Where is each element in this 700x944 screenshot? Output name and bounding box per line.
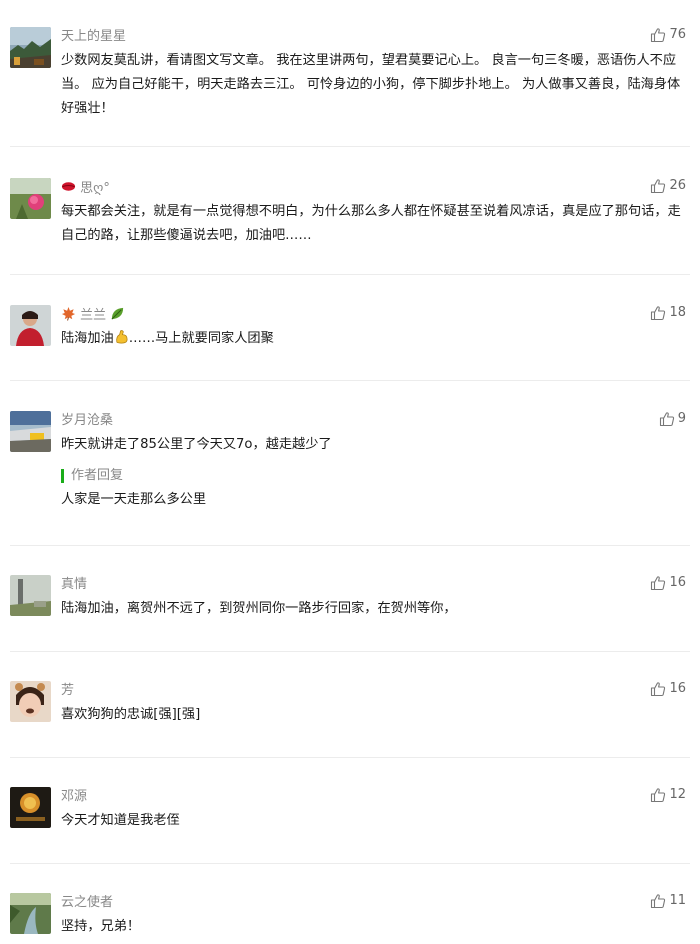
nickname: 芳 (61, 683, 75, 698)
nickname: 邓源 (61, 789, 88, 804)
avatar[interactable] (10, 787, 51, 828)
comment-content: 昨天就讲走了85公里了今天又7o，越走越少了 (61, 437, 332, 452)
flexed-biceps-emoji-icon (116, 330, 128, 344)
comment-content: 陆海加油 ……马上就要同家人团聚 (61, 327, 686, 351)
comment-content: 喜欢狗狗的忠诚[强][强] (61, 707, 201, 722)
like-button[interactable]: 76 (650, 26, 686, 44)
comment-item: 兰兰 18 陆海加油 ……马上就要同家人团聚 (0, 274, 700, 381)
avatar[interactable] (10, 305, 51, 346)
comment-content: 每天都会关注，就是有一点觉得想不明白，为什么那么多人都在怀疑甚至说着风凉话，真是… (61, 204, 681, 243)
comment-content: 今天才知道是我老侄 (61, 813, 180, 828)
author-reply-label: 作者回复 (61, 469, 123, 483)
thumbs-up-icon (651, 788, 666, 803)
nickname: 岁月沧桑 (61, 413, 114, 428)
lips-emoji-icon (61, 182, 76, 191)
like-button[interactable]: 9 (659, 410, 686, 428)
like-count: 12 (669, 787, 686, 802)
like-button[interactable]: 26 (650, 177, 686, 195)
like-count: 18 (669, 305, 686, 320)
comment-item: 真情 16 陆海加油，离贺州不远了，到贺州同你一路步行回家，在贺州等你， (0, 545, 700, 652)
content-text: ……马上就要同家人团聚 (128, 331, 274, 346)
nickname: 真情 (61, 577, 88, 592)
nickname-row: 兰兰 (61, 306, 125, 325)
avatar[interactable] (10, 893, 51, 934)
thumbs-up-icon (651, 179, 666, 194)
thumbs-up-icon (651, 894, 666, 909)
nickname-row: 思ღ° (61, 179, 110, 198)
nickname: 天上的星星 (61, 29, 127, 44)
like-button[interactable]: 18 (650, 304, 686, 322)
comment-content: 少数网友莫乱讲，看请图文写文章。 我在这里讲两句，望君莫要记心上。 良言一句三冬… (61, 53, 681, 116)
like-count: 76 (669, 27, 686, 42)
avatar[interactable] (10, 27, 51, 68)
nickname: 兰兰 (80, 308, 107, 323)
avatar[interactable] (10, 411, 51, 452)
like-count: 16 (669, 681, 686, 696)
avatar[interactable] (10, 575, 51, 616)
like-button[interactable]: 12 (650, 786, 686, 804)
comment-item: 天上的星星 76 少数网友莫乱讲，看请图文写文章。 我在这里讲两句，望君莫要记心… (0, 0, 700, 147)
thumbs-up-icon (659, 412, 674, 427)
like-button[interactable]: 16 (650, 574, 686, 592)
comment-item: 芳 16 喜欢狗狗的忠诚[强][强] (0, 651, 700, 758)
green-leaf-emoji-icon (111, 307, 124, 320)
avatar[interactable] (10, 681, 51, 722)
thumbs-up-icon (651, 28, 666, 43)
like-count: 26 (669, 178, 686, 193)
like-count: 9 (677, 411, 686, 426)
comment-item: 思ღ° 26 每天都会关注，就是有一点觉得想不明白，为什么那么多人都在怀疑甚至说… (0, 146, 700, 275)
comment-content: 坚持，兄弟！ (61, 919, 141, 934)
comment-item: 邓源 12 今天才知道是我老侄 (0, 757, 700, 864)
like-button[interactable]: 11 (650, 892, 686, 910)
author-reply-content: 人家是一天走那么多公里 (61, 492, 207, 507)
like-button[interactable]: 16 (650, 680, 686, 698)
avatar[interactable] (10, 178, 51, 219)
maple-leaf-emoji-icon (61, 306, 76, 321)
comment-item: 云之使者 11 坚持，兄弟！ (0, 863, 700, 944)
nickname: 云之使者 (61, 895, 114, 910)
comment-content: 陆海加油，离贺州不远了，到贺州同你一路步行回家，在贺州等你， (61, 601, 457, 616)
thumbs-up-icon (651, 682, 666, 697)
like-count: 11 (669, 893, 686, 908)
thumbs-up-icon (651, 576, 666, 591)
like-count: 16 (669, 575, 686, 590)
comment-item: 岁月沧桑 9 昨天就讲走了85公里了今天又7o，越走越少了 作者回复 人家是一天… (0, 380, 700, 546)
nickname: 思ღ° (80, 181, 110, 196)
thumbs-up-icon (651, 306, 666, 321)
content-text: 陆海加油 (61, 331, 114, 346)
